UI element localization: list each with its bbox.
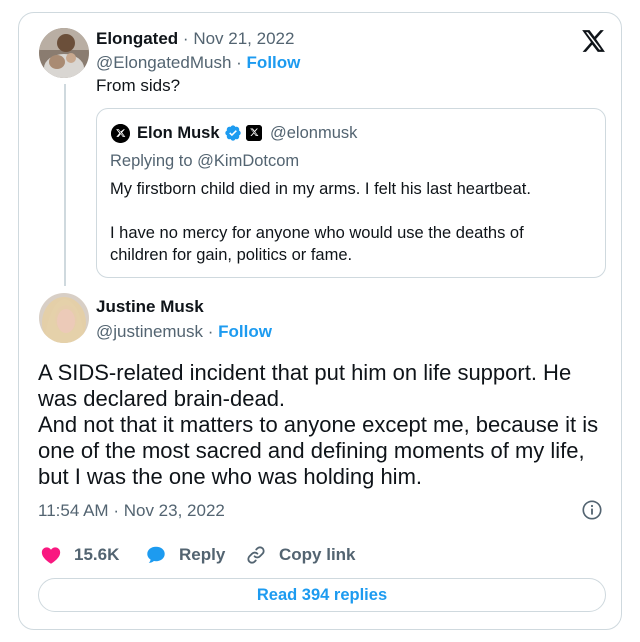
- info-icon[interactable]: [581, 499, 603, 521]
- x-avatar-icon: [111, 124, 130, 143]
- author-handle[interactable]: @justinemusk: [96, 322, 203, 341]
- quoted-author-handle[interactable]: @elonmusk: [270, 124, 357, 143]
- reply-label: Reply: [179, 545, 226, 564]
- separator: ·: [182, 29, 189, 48]
- copy-link-button[interactable]: Copy link: [245, 543, 356, 567]
- quoted-author-name[interactable]: Elon Musk: [137, 124, 220, 143]
- main-tweet-line: And not that it matters to anyone except…: [38, 412, 599, 489]
- author-name[interactable]: Elongated: [96, 29, 178, 48]
- replying-prefix: Replying to: [110, 152, 193, 170]
- main-tweet-header: Justine Musk: [96, 297, 204, 317]
- quoted-paragraph: I have no mercy for anyone who would use…: [110, 224, 524, 264]
- separator: ·: [207, 322, 214, 341]
- author-name[interactable]: Justine Musk: [96, 297, 204, 316]
- author-handle[interactable]: @ElongatedMush: [96, 53, 231, 72]
- verified-badge-icon: [225, 125, 241, 141]
- link-icon: [247, 546, 265, 564]
- quoted-paragraph: My firstborn child died in my arms. I fe…: [110, 180, 531, 198]
- thread-connector-line: [64, 84, 66, 286]
- x-logo-icon[interactable]: [580, 28, 606, 54]
- parent-tweet-handle-row: @ElongatedMush · Follow: [96, 53, 300, 73]
- parent-tweet-header: Elongated · Nov 21, 2022: [96, 29, 294, 49]
- like-count: 15.6K: [74, 545, 120, 564]
- replying-mention[interactable]: @KimDotcom: [197, 152, 299, 170]
- tweet-timestamp[interactable]: 11:54 AM · Nov 23, 2022: [38, 501, 225, 521]
- tweet-time[interactable]: 11:54 AM: [38, 501, 109, 520]
- read-replies-button[interactable]: Read 394 replies: [38, 578, 606, 612]
- main-tweet-line: A SIDS-related incident that put him on …: [38, 360, 572, 411]
- quoted-tweet-body: My firstborn child died in my arms. I fe…: [110, 178, 580, 266]
- avatar[interactable]: [39, 28, 89, 78]
- x-affiliate-icon: [246, 125, 262, 141]
- separator: ·: [113, 501, 119, 520]
- separator: ·: [236, 53, 242, 72]
- heart-icon: [41, 547, 61, 564]
- avatar[interactable]: [39, 293, 89, 343]
- like-button[interactable]: 15.6K: [40, 543, 119, 567]
- speech-bubble-icon: [147, 546, 165, 563]
- replying-to-line: Replying to @KimDotcom: [110, 152, 299, 171]
- main-tweet-text: A SIDS-related incident that put him on …: [38, 360, 608, 490]
- main-tweet-handle-row: @justinemusk · Follow: [96, 322, 272, 342]
- tweet-actions: 15.6K Reply Copy link: [40, 543, 440, 567]
- reply-button[interactable]: Reply: [145, 543, 225, 567]
- tweet-date[interactable]: Nov 21, 2022: [193, 29, 294, 48]
- follow-button[interactable]: Follow: [218, 322, 272, 341]
- copy-link-label: Copy link: [279, 545, 356, 564]
- tweet-embed-card: [18, 12, 622, 630]
- parent-tweet-text: From sids?: [96, 76, 181, 95]
- tweet-date[interactable]: Nov 23, 2022: [124, 501, 225, 520]
- follow-button[interactable]: Follow: [247, 53, 301, 72]
